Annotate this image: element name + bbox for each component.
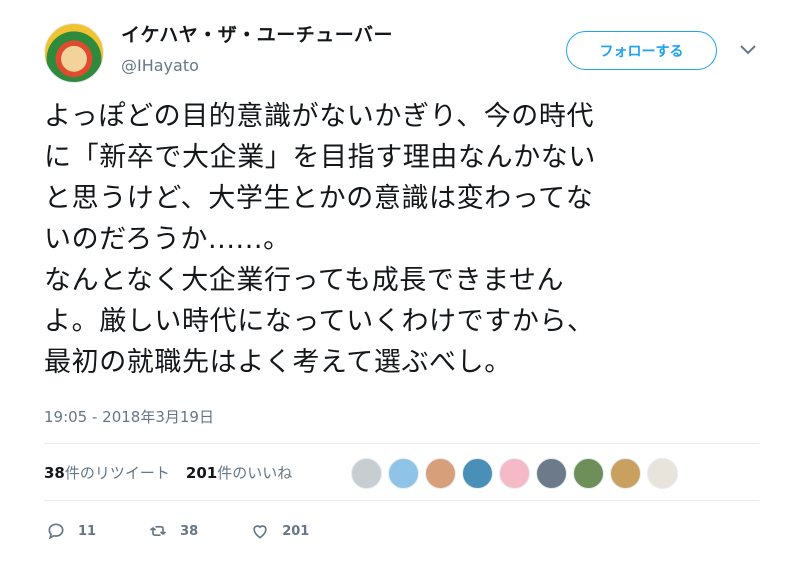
retweet-button[interactable]: 38 [148, 521, 198, 541]
retweet-stat-count: 38 [44, 464, 65, 482]
like-button[interactable]: 201 [250, 521, 309, 541]
heart-icon [253, 525, 267, 539]
tweet-text: よっぽどの目的意識がないかぎり、今の時代 に「新卒で大企業」を目指す理由なんかな… [44, 101, 596, 378]
likers-avatars [351, 458, 678, 489]
retweet-icon [150, 526, 167, 536]
liker-avatar[interactable] [573, 458, 604, 489]
avatar[interactable] [44, 23, 104, 83]
retweet-stat[interactable]: 38件のリツイート [44, 462, 170, 483]
liker-avatar[interactable] [647, 458, 678, 489]
display-name[interactable]: イケハヤ・ザ・ユーチューバー [121, 20, 393, 47]
divider [44, 500, 759, 501]
liker-avatar[interactable] [388, 458, 419, 489]
user-handle[interactable]: @IHayato [121, 56, 199, 75]
follow-button[interactable]: フォローする [566, 31, 717, 70]
like-count: 201 [282, 523, 310, 539]
liker-avatar[interactable] [351, 458, 382, 489]
liker-avatar[interactable] [425, 458, 456, 489]
like-stat-count: 201 [185, 464, 218, 482]
liker-avatar[interactable] [610, 458, 641, 489]
like-stat[interactable]: 201件のいいね [186, 462, 292, 483]
reply-icon [48, 523, 64, 540]
retweet-stat-label: 件のリツイート [64, 464, 170, 482]
engagement-stats: 38件のリツイート 201件のいいね [44, 462, 292, 483]
reply-button[interactable]: 11 [46, 521, 96, 541]
tweet-timestamp[interactable]: 19:05 - 2018年3月19日 [44, 406, 214, 427]
chevron-down-icon[interactable] [738, 40, 758, 60]
like-stat-label: 件のいいね [217, 464, 293, 482]
liker-avatar[interactable] [499, 458, 530, 489]
divider [44, 443, 759, 444]
retweet-count: 38 [180, 523, 199, 539]
liker-avatar[interactable] [462, 458, 493, 489]
liker-avatar[interactable] [536, 458, 567, 489]
reply-count: 11 [78, 523, 97, 539]
tweet-actions: 11 38 201 [46, 521, 309, 541]
